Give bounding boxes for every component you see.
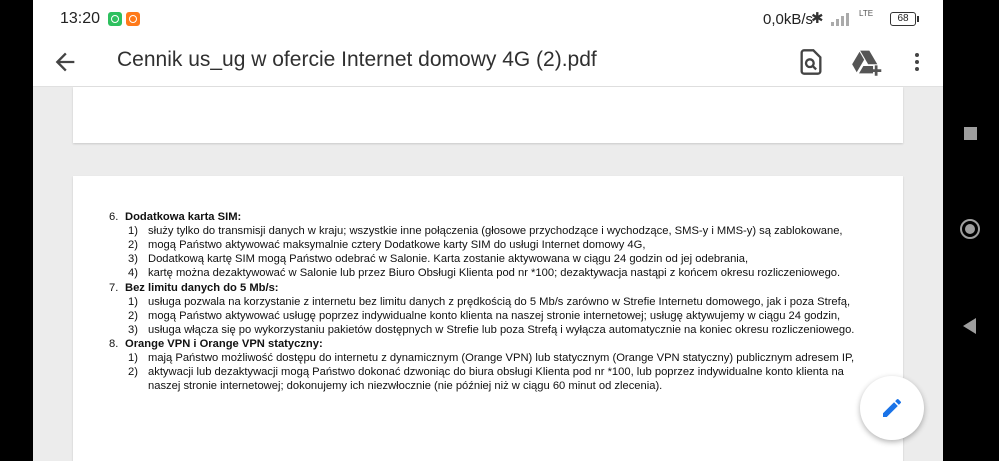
- bluetooth-icon: ✱: [811, 10, 824, 27]
- list-item-text: mają Państwo możliwość dostępu do intern…: [148, 352, 855, 364]
- list-item-text: kartę można dezaktywować w Salonie lub p…: [148, 267, 841, 280]
- pdf-page-current: 6. Dodatkowa karta SIM: 1) służy tylko do t…: [73, 176, 903, 461]
- list-item-text: naszej stronie internetowej; dokonujemy …: [148, 380, 663, 393]
- list-item-number: 2): [128, 239, 138, 252]
- network-type: LTE: [859, 9, 874, 18]
- phone-screen: 13:20 0,0kB/s ✱ LTE 68 Cennik us_ug w of…: [33, 0, 943, 461]
- pencil-icon: [883, 398, 902, 417]
- navigation-bar: [943, 0, 999, 461]
- back-arrow-icon[interactable]: [51, 48, 79, 76]
- left-black-margin: [0, 0, 33, 461]
- mi-home-notification-icon: [108, 12, 122, 26]
- list-item-number: 3): [128, 253, 138, 266]
- list-item-text: usługa pozwala na korzystanie z internet…: [148, 295, 851, 308]
- list-item-number: 3): [128, 323, 138, 336]
- section-heading: Orange VPN i Orange VPN statyczny:: [125, 337, 323, 350]
- document-title: Cennik us_ug w ofercie Internet domowy 4…: [117, 48, 597, 71]
- list-item-text: mogą Państwo aktywować usługę poprzez in…: [148, 309, 841, 322]
- app-bar: Cennik us_ug w ofercie Internet domowy 4…: [33, 38, 943, 86]
- home-icon[interactable]: [960, 219, 980, 239]
- mi-app-notification-icon: [126, 12, 140, 26]
- list-item-number: 2): [128, 309, 138, 322]
- pdf-page-previous: ‾‾‾: [73, 87, 903, 143]
- battery-icon: 68: [890, 12, 916, 26]
- list-item-text: mogą Państwo aktywować maksymalnie czter…: [148, 239, 646, 252]
- list-item-number: 2): [128, 366, 138, 379]
- more-vert-icon[interactable]: [905, 48, 929, 76]
- list-item-number: 4): [128, 267, 138, 280]
- list-item-text: służy tylko do transmisji danych w kraju…: [148, 225, 843, 238]
- list-item-text: aktywacji lub dezaktywacji mogą Państwo …: [148, 366, 844, 379]
- section-number: 7.: [109, 281, 119, 294]
- list-item-number: 1): [128, 352, 138, 364]
- list-item-number: 1): [128, 225, 138, 238]
- status-bar: 13:20 0,0kB/s ✱ LTE 68: [33, 0, 943, 38]
- section-heading: Bez limitu danych do 5 Mb/s:: [125, 281, 279, 294]
- network-speed: 0,0kB/s: [763, 11, 814, 28]
- pdf-viewer[interactable]: ‾‾‾ 6. Dodatkowa karta SIM: 1) służy tylko …: [33, 86, 943, 461]
- find-in-page-icon[interactable]: [797, 48, 825, 76]
- add-to-drive-icon[interactable]: [851, 48, 883, 76]
- status-time: 13:20: [60, 10, 101, 27]
- cell-signal-icon: [831, 12, 853, 26]
- section-number: 6.: [109, 211, 119, 223]
- section-number: 8.: [109, 337, 119, 350]
- page-fragment-mark: ‾‾‾: [844, 87, 853, 93]
- list-item-text: Dodatkową kartę SIM mogą Państwo odebrać…: [148, 253, 749, 266]
- recent-apps-icon[interactable]: [964, 127, 977, 140]
- list-item-text: usługa włącza się po wykorzystaniu pakie…: [148, 323, 855, 336]
- edit-fab-button[interactable]: [860, 376, 924, 440]
- list-item-number: 1): [128, 295, 138, 308]
- section-heading: Dodatkowa karta SIM:: [125, 211, 242, 223]
- nav-back-icon[interactable]: [963, 318, 976, 334]
- battery-tip: [917, 16, 919, 22]
